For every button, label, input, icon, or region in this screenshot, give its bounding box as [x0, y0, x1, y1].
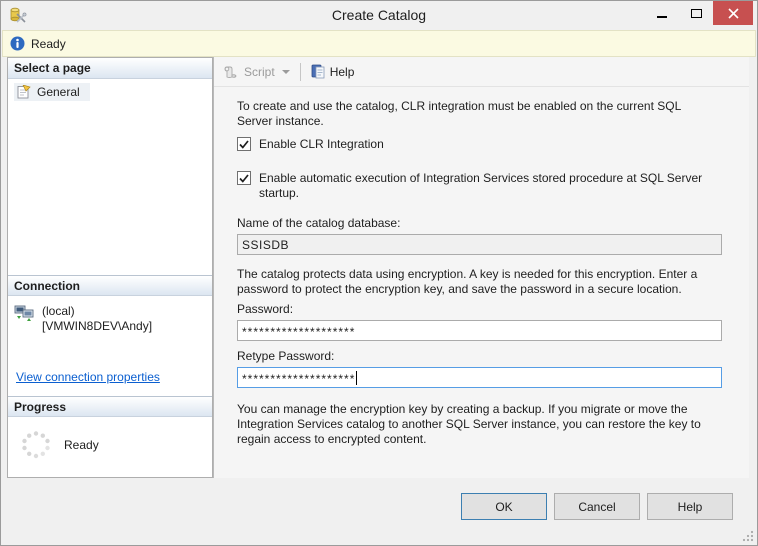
connection-header: Connection — [8, 275, 212, 296]
ok-button[interactable]: OK — [461, 493, 547, 520]
chevron-down-icon — [282, 70, 290, 74]
main-panel: Script Help To create and use the — [213, 57, 749, 478]
enable-auto-exec-label: Enable automatic execution of Integratio… — [259, 171, 719, 201]
retype-password-input[interactable]: ******************** — [237, 367, 722, 388]
retype-password-label: Retype Password: — [237, 349, 722, 363]
select-a-page-header: Select a page — [8, 58, 212, 79]
close-icon — [728, 8, 739, 19]
enable-auto-exec-checkbox[interactable] — [237, 171, 251, 185]
checkmark-icon — [239, 140, 249, 149]
help-toolbar-button[interactable]: Help — [307, 64, 359, 79]
minimize-icon — [657, 16, 667, 18]
create-catalog-dialog: Create Catalog Ready Select a page — [0, 0, 758, 546]
text-caret — [356, 371, 357, 385]
retype-password-value: ******************** — [242, 369, 355, 386]
progress-status: Ready — [64, 438, 99, 452]
script-button[interactable]: Script — [219, 65, 294, 79]
status-text: Ready — [31, 37, 66, 51]
progress-pane: Ready — [8, 417, 212, 477]
progress-header: Progress — [8, 396, 212, 417]
maximize-icon — [691, 9, 702, 18]
progress-spinner-icon — [20, 429, 52, 461]
help-book-icon — [311, 64, 326, 79]
toolbar: Script Help — [214, 57, 749, 87]
checkmark-icon — [239, 174, 249, 183]
connection-server: (local) — [42, 304, 152, 319]
password-label: Password: — [237, 302, 722, 316]
password-value: ******************** — [242, 322, 355, 339]
help-toolbar-label: Help — [330, 65, 355, 79]
server-connection-icon — [14, 304, 34, 322]
encryption-info-text: The catalog protects data using encrypti… — [237, 267, 717, 297]
password-input[interactable]: ******************** — [237, 320, 722, 341]
connection-user: [VMWIN8DEV\Andy] — [42, 319, 152, 334]
enable-clr-checkbox[interactable] — [237, 137, 251, 151]
info-icon — [10, 36, 25, 51]
page-list: General — [8, 79, 212, 275]
status-strip: Ready — [2, 30, 756, 57]
cancel-button[interactable]: Cancel — [554, 493, 640, 520]
footer: OK Cancel Help — [1, 478, 757, 545]
script-button-label: Script — [244, 65, 275, 79]
clr-intro-text: To create and use the catalog, CLR integ… — [237, 99, 707, 129]
connection-pane: (local) [VMWIN8DEV\Andy] View connection… — [8, 296, 212, 396]
enable-clr-row: Enable CLR Integration — [237, 137, 722, 152]
db-name-label: Name of the catalog database: — [237, 216, 722, 230]
titlebar: Create Catalog — [1, 1, 757, 29]
script-scroll-icon — [223, 65, 239, 79]
enable-clr-label: Enable CLR Integration — [259, 137, 384, 152]
help-button[interactable]: Help — [647, 493, 733, 520]
enable-auto-exec-row: Enable automatic execution of Integratio… — [237, 171, 722, 201]
backup-info-text: You can manage the encryption key by cre… — [237, 402, 722, 447]
window-title: Create Catalog — [1, 7, 757, 23]
sidebar-item-general-label: General — [37, 85, 80, 99]
connection-info: (local) [VMWIN8DEV\Andy] — [42, 304, 152, 334]
toolbar-divider — [300, 63, 301, 81]
sidebar: Select a page General Connection — [7, 57, 213, 478]
db-name-input[interactable]: SSISDB — [237, 234, 722, 255]
db-name-value: SSISDB — [242, 238, 289, 252]
minimize-button[interactable] — [645, 1, 679, 25]
sidebar-item-general[interactable]: General — [14, 83, 90, 101]
view-connection-properties-link[interactable]: View connection properties — [16, 370, 160, 384]
close-button[interactable] — [713, 1, 753, 25]
maximize-button[interactable] — [679, 1, 713, 25]
general-page-content: To create and use the catalog, CLR integ… — [214, 87, 749, 455]
page-icon — [16, 85, 31, 99]
resize-grip[interactable] — [741, 529, 754, 542]
